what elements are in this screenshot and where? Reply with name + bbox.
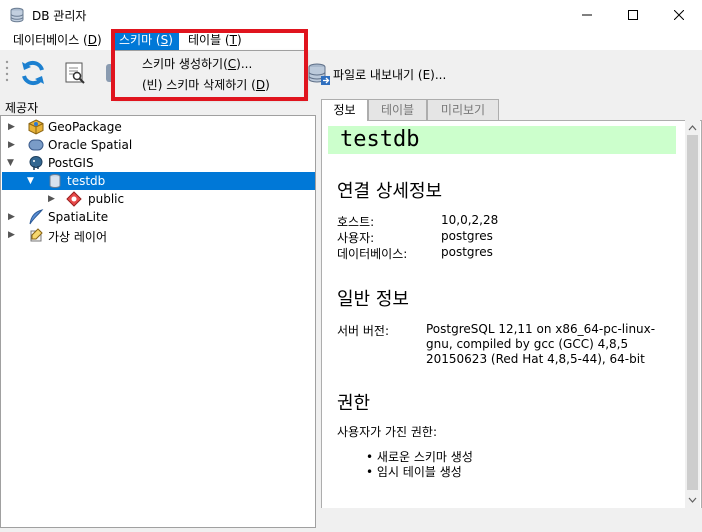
user-value: postgres xyxy=(441,229,493,243)
create-schema-menu-item[interactable]: 스키마 생성하기(C)... xyxy=(142,54,252,74)
server-version-label: 서버 버전: xyxy=(337,324,390,338)
export-to-file-button[interactable]: 파일로 내보내기 (E)... xyxy=(333,66,446,83)
scroll-down-icon[interactable] xyxy=(685,493,700,507)
toolbar: 파일로 내보내기 (E)... xyxy=(0,50,702,96)
database-icon xyxy=(49,174,61,189)
tree-item-virtual-layer[interactable]: ▶ 가상 레이어 xyxy=(2,226,315,244)
spatialite-feather-icon xyxy=(29,209,44,225)
sql-window-icon[interactable] xyxy=(64,62,86,84)
expand-arrow-icon[interactable]: ▶ xyxy=(8,212,18,222)
tab-info[interactable]: 정보 xyxy=(321,99,368,121)
close-button[interactable] xyxy=(656,0,702,30)
collapse-arrow-icon[interactable]: ▼ xyxy=(7,158,17,168)
menu-database[interactable]: 데이터베이스 (D) xyxy=(7,30,108,50)
oracle-icon xyxy=(28,139,44,151)
info-panel: testdb 연결 상세정보 호스트: 10,0,2,28 사용자: postg… xyxy=(321,120,702,528)
schema-menu-dropdown: 스키마 생성하기(C)... (빈) 스키마 삭제하기 (D) xyxy=(113,50,305,98)
title-bar: DB 관리자 xyxy=(0,0,702,30)
tree-item-testdb[interactable]: ▼ testdb xyxy=(2,172,315,190)
tab-preview[interactable]: 미리보기 xyxy=(427,99,499,120)
connection-details-heading: 연결 상세정보 xyxy=(337,181,443,202)
providers-header: 제공자 xyxy=(5,101,39,115)
server-version-value: PostgreSQL 12,11 on x86_64-pc-linux-gnu,… xyxy=(426,322,656,366)
menu-bar: 데이터베이스 (D) 스키마 (S) 테이블 (T) xyxy=(0,30,702,50)
tree-item-spatialite[interactable]: ▶ SpatiaLite xyxy=(2,208,315,226)
tree-item-postgis[interactable]: ▼ PostGIS xyxy=(2,154,315,172)
virtual-layer-icon xyxy=(30,228,43,242)
expand-arrow-icon[interactable]: ▶ xyxy=(8,122,18,132)
user-label: 사용자: xyxy=(337,231,375,245)
menu-table[interactable]: 테이블 (T) xyxy=(182,30,248,50)
schema-icon xyxy=(66,191,82,207)
database-icon xyxy=(10,7,24,23)
privileges-heading: 권한 xyxy=(337,393,371,414)
database-name-heading: testdb xyxy=(328,126,676,154)
postgis-elephant-icon xyxy=(29,156,43,170)
expand-arrow-icon[interactable]: ▶ xyxy=(8,230,18,240)
minimize-icon xyxy=(582,14,592,16)
host-label: 호스트: xyxy=(337,215,375,229)
horizontal-scrollbar[interactable] xyxy=(321,508,702,528)
close-icon xyxy=(674,10,684,20)
minimize-button[interactable] xyxy=(564,0,610,30)
refresh-icon[interactable] xyxy=(18,58,48,88)
privilege-item: • 임시 테이블 생성 xyxy=(366,465,462,479)
expand-arrow-icon[interactable]: ▶ xyxy=(8,140,18,150)
general-info-heading: 일반 정보 xyxy=(337,289,409,310)
tree-item-public[interactable]: ▶ public xyxy=(2,190,315,208)
toolbar-grip-icon xyxy=(5,60,9,82)
host-value: 10,0,2,28 xyxy=(441,213,499,227)
tab-tables[interactable]: 테이블 xyxy=(368,99,427,120)
geopackage-icon xyxy=(28,119,44,135)
tab-bar: 정보 테이블 미리보기 xyxy=(321,99,702,121)
menu-schema[interactable]: 스키마 (S) xyxy=(113,30,179,50)
maximize-button[interactable] xyxy=(610,0,656,30)
database-label: 데이터베이스: xyxy=(337,247,408,261)
scroll-up-icon[interactable] xyxy=(685,121,700,135)
delete-empty-schema-menu-item[interactable]: (빈) 스키마 삭제하기 (D) xyxy=(142,75,270,95)
tree-item-geopackage[interactable]: ▶ GeoPackage xyxy=(2,118,315,136)
maximize-icon xyxy=(628,10,638,20)
export-file-icon[interactable] xyxy=(307,62,331,86)
database-value: postgres xyxy=(441,245,493,259)
vertical-scrollbar[interactable] xyxy=(685,120,700,508)
expand-arrow-icon[interactable]: ▶ xyxy=(48,194,58,204)
provider-tree: ▶ GeoPackage ▶ Oracle Spatial ▼ PostGIS … xyxy=(0,115,316,528)
scrollbar-thumb[interactable] xyxy=(687,135,698,490)
privileges-label: 사용자가 가진 권한: xyxy=(337,425,437,439)
tree-item-oracle-spatial[interactable]: ▶ Oracle Spatial xyxy=(2,136,315,154)
window-title: DB 관리자 xyxy=(32,9,87,23)
collapse-arrow-icon[interactable]: ▼ xyxy=(27,176,37,186)
pane-splitter[interactable] xyxy=(316,96,320,532)
